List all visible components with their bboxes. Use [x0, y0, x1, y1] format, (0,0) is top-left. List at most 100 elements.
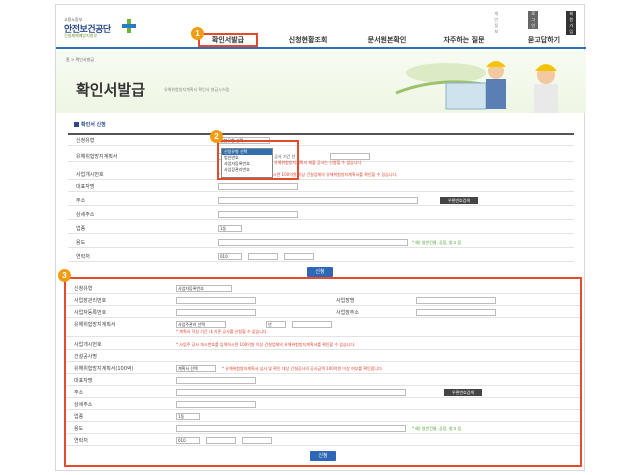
form1-row-start: 사업개시번호 * 사업주 공사 개시번호를 입력하시면 100억원 이상 건설업… — [68, 169, 574, 180]
form2-label-ceo: 대표자명 — [74, 378, 93, 384]
form2-zip-search-button[interactable]: 우편번호검색 — [444, 389, 482, 396]
form1-row-plan: 유해위험방지계획서 사업시 공사 기간 년 * 기존 유해위험방지계획서 제출 … — [68, 151, 574, 165]
dropdown-option[interactable]: 사업장관리번호 — [222, 167, 272, 173]
form1-address-input[interactable] — [218, 197, 418, 204]
form2-phone-last-input[interactable] — [242, 437, 272, 444]
form1-row-type: 신청유형 신청유형 선택 — [68, 135, 574, 146]
form2-type-select[interactable]: 사업자등록번호 — [176, 285, 232, 292]
form2-site-addr-input[interactable] — [416, 309, 496, 316]
form1-label-plan: 유해위험방지계획서 — [76, 154, 118, 160]
form1-row-phone: 연락처 010 — [68, 251, 574, 262]
form1-row-usage: 용도 * 예) 일반건물, 공장, 창고 등 — [68, 237, 574, 248]
form2-plan100-note: * 유해위험방지계획서 심사 및 확인 대상 건설공사의 공사금액 100억원 … — [222, 366, 384, 371]
form2-industry-select[interactable]: 1동 — [176, 413, 200, 420]
form2-plan-warning: * 계획서 작성 기간 내 기존 공사를 신청할 수 없습니다. — [176, 329, 268, 334]
form2-detail-input[interactable] — [176, 401, 256, 408]
form1-row-detail: 상세주소 — [68, 209, 574, 220]
form2-label-site-name: 사업장명 — [336, 298, 355, 304]
form1-submit-button[interactable]: 신청 — [307, 267, 333, 277]
form2-address-input[interactable] — [176, 389, 406, 396]
nav-item-faq[interactable]: 자주하는 질문 — [432, 33, 496, 47]
page-title: 확인서발급 — [76, 81, 146, 99]
form2-label-site: 사업장관리번호 — [74, 298, 107, 304]
step-badge-2: 2 — [210, 130, 223, 143]
form1-usage-input[interactable] — [218, 239, 408, 246]
section-title-text: 확인서 신청 — [81, 122, 106, 128]
form2-row-usage: 용도 * 예) 일반건물, 공장, 창고 등 — [66, 423, 580, 434]
form1-label-industry: 업종 — [76, 226, 86, 232]
nav-item-qna[interactable]: 묻고답하기 — [512, 33, 576, 47]
form1-row-industry: 업종 1동 — [68, 223, 574, 234]
form1-phone-last-input[interactable] — [284, 253, 314, 260]
form2-usage-hint: * 예) 일반건물, 공장, 창고 등 — [412, 426, 462, 431]
util-link-privacy[interactable]: 개인정보 — [494, 11, 498, 35]
util-link-join[interactable]: 회원가입 — [566, 11, 576, 35]
form1-row-ceo: 대표자명 — [68, 181, 574, 192]
form1-label-usage: 용도 — [76, 240, 86, 246]
form2-row-start: 사업개시번호 * 사업주 공사 개시번호를 입력하시면 100억원 이상 건설업… — [66, 339, 580, 350]
form2-row-site: 사업장관리번호 사업장명 — [66, 295, 580, 306]
workers-illustration — [395, 61, 558, 113]
form1-row-address: 주소 우편번호검색 — [68, 195, 574, 206]
form2-ceo-input[interactable] — [176, 377, 256, 384]
form2-row-type: 신청유형 사업자등록번호 — [66, 283, 580, 294]
form2-row-industry: 업종 1동 — [66, 411, 580, 422]
form2-label-start: 사업개시번호 — [74, 342, 102, 348]
form2-phone-mid-input[interactable] — [206, 437, 236, 444]
form2-label-detail: 상세주소 — [74, 402, 93, 408]
form2-site-input[interactable] — [176, 297, 256, 304]
form1-industry-select[interactable]: 1동 — [218, 225, 242, 232]
form2-row-address: 주소 우편번호검색 — [66, 387, 580, 398]
nav-item-verify[interactable]: 문서원본확인 — [356, 33, 418, 47]
form1-label-ceo: 대표자명 — [76, 184, 95, 190]
form2-row-bizno: 사업자등록번호 사업장주소 — [66, 307, 580, 318]
form2-bizno-input[interactable] — [176, 309, 256, 316]
form2-row-phone: 연락처 010 — [66, 435, 580, 446]
util-link-login[interactable]: 로그인 — [528, 11, 538, 29]
form2-label-phone: 연락처 — [74, 438, 88, 444]
section-title: 확인서 신청 — [74, 121, 106, 128]
request-form-basic: 신청유형 신청유형 선택 유해위험방지계획서 사업시 공사 기간 년 * 기존 … — [68, 133, 574, 265]
form2-start-note: * 사업주 공사 개시번호를 입력하시면 100억원 이상 건설업체의 유해위험… — [176, 342, 356, 347]
page-description: 유해위험방지계획서 확인서 발급시스템 — [164, 87, 230, 92]
section-bullet-icon — [74, 122, 79, 127]
form1-label-detail: 상세주소 — [76, 212, 95, 218]
form2-site-name-input[interactable] — [416, 297, 496, 304]
form2-row-project: 건설공사명 — [66, 351, 580, 362]
form1-zip-search-button[interactable]: 우편번호검색 — [440, 197, 478, 204]
form2-label-usage: 용도 — [74, 426, 84, 432]
type-dropdown-list: 신청유형 선택 법인번호 사업자등록번호 사업장관리번호 — [221, 148, 273, 178]
form1-detail-input[interactable] — [218, 211, 298, 218]
step-badge-3: 3 — [58, 269, 71, 282]
form2-plan-year-input[interactable] — [292, 321, 332, 328]
form1-ceo-input[interactable] — [218, 183, 298, 190]
form2-plan-select[interactable]: 사업주관리 선택 — [176, 321, 226, 328]
form1-label-phone: 연락처 — [76, 254, 90, 260]
step-badge-1: 1 — [191, 27, 204, 40]
form2-plan100-select[interactable]: 계획서 선택 — [176, 365, 216, 372]
form1-label-start: 사업개시번호 — [76, 172, 104, 178]
form2-label-plan: 유해위험방지계획서 — [74, 322, 116, 328]
form2-label-bizno: 사업자등록번호 — [74, 310, 107, 316]
form2-row-plan: 유해위험방지계획서 사업주관리 선택 년 * 계획서 작성 기간 내 기존 공사… — [66, 319, 580, 337]
form2-plan-year-select[interactable]: 년 — [266, 321, 286, 328]
logo-cross-icon — [122, 19, 136, 33]
form1-plan-year-input[interactable] — [330, 153, 370, 160]
form2-phone-select[interactable]: 010 — [176, 437, 200, 444]
form1-usage-hint: * 예) 일반건물, 공장, 창고 등 — [412, 240, 462, 245]
breadcrumb: 홈 > 확인서발급 — [66, 57, 94, 62]
form2-usage-input[interactable] — [176, 425, 406, 432]
form2-submit-button[interactable]: 신청 — [310, 451, 336, 461]
form2-label-industry: 업종 — [74, 414, 84, 420]
form1-label-type: 신청유형 — [76, 138, 95, 144]
form1-phone-mid-input[interactable] — [248, 253, 278, 260]
nav-item-status[interactable]: 신청현황조회 — [278, 33, 338, 47]
form2-row-detail: 상세주소 — [66, 399, 580, 410]
form2-row-ceo: 대표자명 — [66, 375, 580, 386]
page-frame: 고용노동부 안전보건공단 건설재해예방지원부 개인정보 로그인 회원가입 확인서… — [55, 4, 586, 471]
nav-item-issue[interactable]: 확인서발급 — [198, 33, 258, 47]
form2-label-address: 주소 — [74, 390, 84, 396]
form2-row-plan100: 유해위험방지계획서(100억) 계획서 선택 * 유해위험방지계획서 심사 및 … — [66, 363, 580, 374]
request-form-detailed: 신청유형 사업자등록번호 사업장관리번호 사업장명 사업자등록번호 사업장주소 … — [64, 277, 582, 467]
form1-phone-select[interactable]: 010 — [218, 253, 242, 260]
